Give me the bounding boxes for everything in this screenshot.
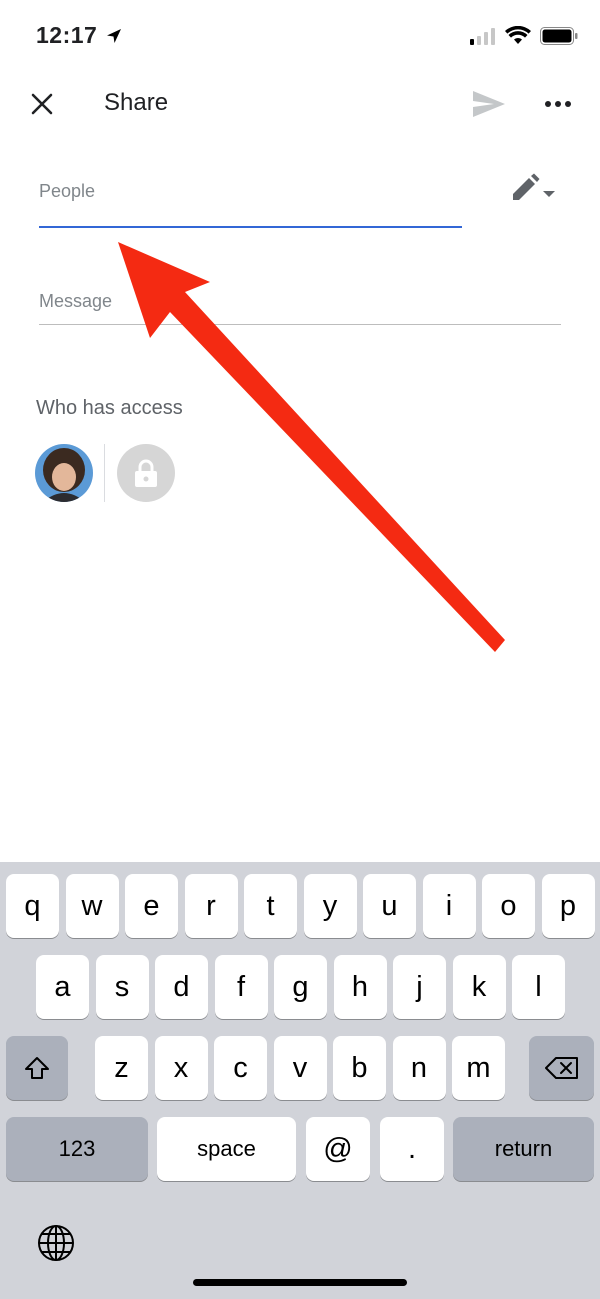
key-n[interactable]: n <box>392 1036 446 1100</box>
avatar-image <box>35 444 93 502</box>
message-input-underline <box>39 324 561 325</box>
edit-pencil-icon <box>513 173 540 200</box>
battery-icon <box>540 27 578 45</box>
permission-dropdown-button[interactable] <box>510 170 566 206</box>
key-p[interactable]: p <box>541 874 595 938</box>
key-q[interactable]: q <box>6 874 59 938</box>
key-j[interactable]: j <box>393 955 446 1019</box>
send-button[interactable] <box>469 86 509 122</box>
key-v[interactable]: v <box>273 1036 327 1100</box>
key-g[interactable]: g <box>274 955 327 1019</box>
globe-key[interactable] <box>36 1223 76 1268</box>
key-y[interactable]: y <box>303 874 357 938</box>
location-arrow-icon <box>107 29 122 43</box>
key-t[interactable]: t <box>244 874 297 938</box>
status-time: 12:17 <box>36 22 122 49</box>
owner-avatar[interactable] <box>35 444 93 502</box>
page-title: Share <box>104 89 169 116</box>
annotation-arrow <box>118 242 505 652</box>
cellular-signal-icon <box>470 28 495 45</box>
send-icon <box>473 91 505 117</box>
backspace-icon <box>544 1057 578 1079</box>
key-w[interactable]: w <box>65 874 119 938</box>
access-divider <box>104 444 105 502</box>
key-h[interactable]: h <box>333 955 387 1019</box>
access-section-title: Who has access <box>36 397 183 419</box>
key-z[interactable]: z <box>95 1036 148 1100</box>
people-input-underline <box>39 226 462 228</box>
home-indicator <box>193 1279 407 1286</box>
key-o[interactable]: o <box>482 874 535 938</box>
period-key[interactable]: . <box>380 1117 444 1181</box>
lock-icon <box>135 459 157 487</box>
key-a[interactable]: a <box>36 955 89 1019</box>
status-icons <box>470 26 578 46</box>
key-r[interactable]: r <box>184 874 238 938</box>
more-options-button[interactable] <box>538 86 578 122</box>
numbers-key[interactable]: 123 <box>6 1117 148 1181</box>
key-e[interactable]: e <box>125 874 178 938</box>
key-k[interactable]: k <box>452 955 506 1019</box>
on-screen-keyboard: qwertyuiop asdfghjkl zxcvbnm 123 space @… <box>0 862 600 1299</box>
key-c[interactable]: c <box>214 1036 267 1100</box>
shift-icon <box>25 1057 49 1079</box>
more-horizontal-icon <box>545 101 571 107</box>
close-icon <box>31 93 53 115</box>
dropdown-arrow-icon <box>543 191 555 197</box>
return-key[interactable]: return <box>453 1117 594 1181</box>
at-key[interactable]: @ <box>306 1117 370 1181</box>
key-l[interactable]: l <box>512 955 565 1019</box>
globe-icon <box>38 1225 74 1261</box>
wifi-icon <box>505 26 531 44</box>
shift-key[interactable] <box>6 1036 68 1100</box>
key-x[interactable]: x <box>154 1036 208 1100</box>
key-f[interactable]: f <box>214 955 268 1019</box>
people-input[interactable]: People <box>39 181 95 202</box>
close-button[interactable] <box>24 86 60 122</box>
backspace-key[interactable] <box>529 1036 594 1100</box>
key-b[interactable]: b <box>333 1036 386 1100</box>
key-d[interactable]: d <box>155 955 208 1019</box>
space-key[interactable]: space <box>157 1117 296 1181</box>
key-u[interactable]: u <box>363 874 416 938</box>
key-i[interactable]: i <box>422 874 476 938</box>
link-sharing-button[interactable] <box>117 444 175 502</box>
message-input[interactable]: Message <box>39 291 112 312</box>
key-s[interactable]: s <box>95 955 149 1019</box>
key-m[interactable]: m <box>452 1036 505 1100</box>
status-time-text: 12:17 <box>36 22 98 48</box>
